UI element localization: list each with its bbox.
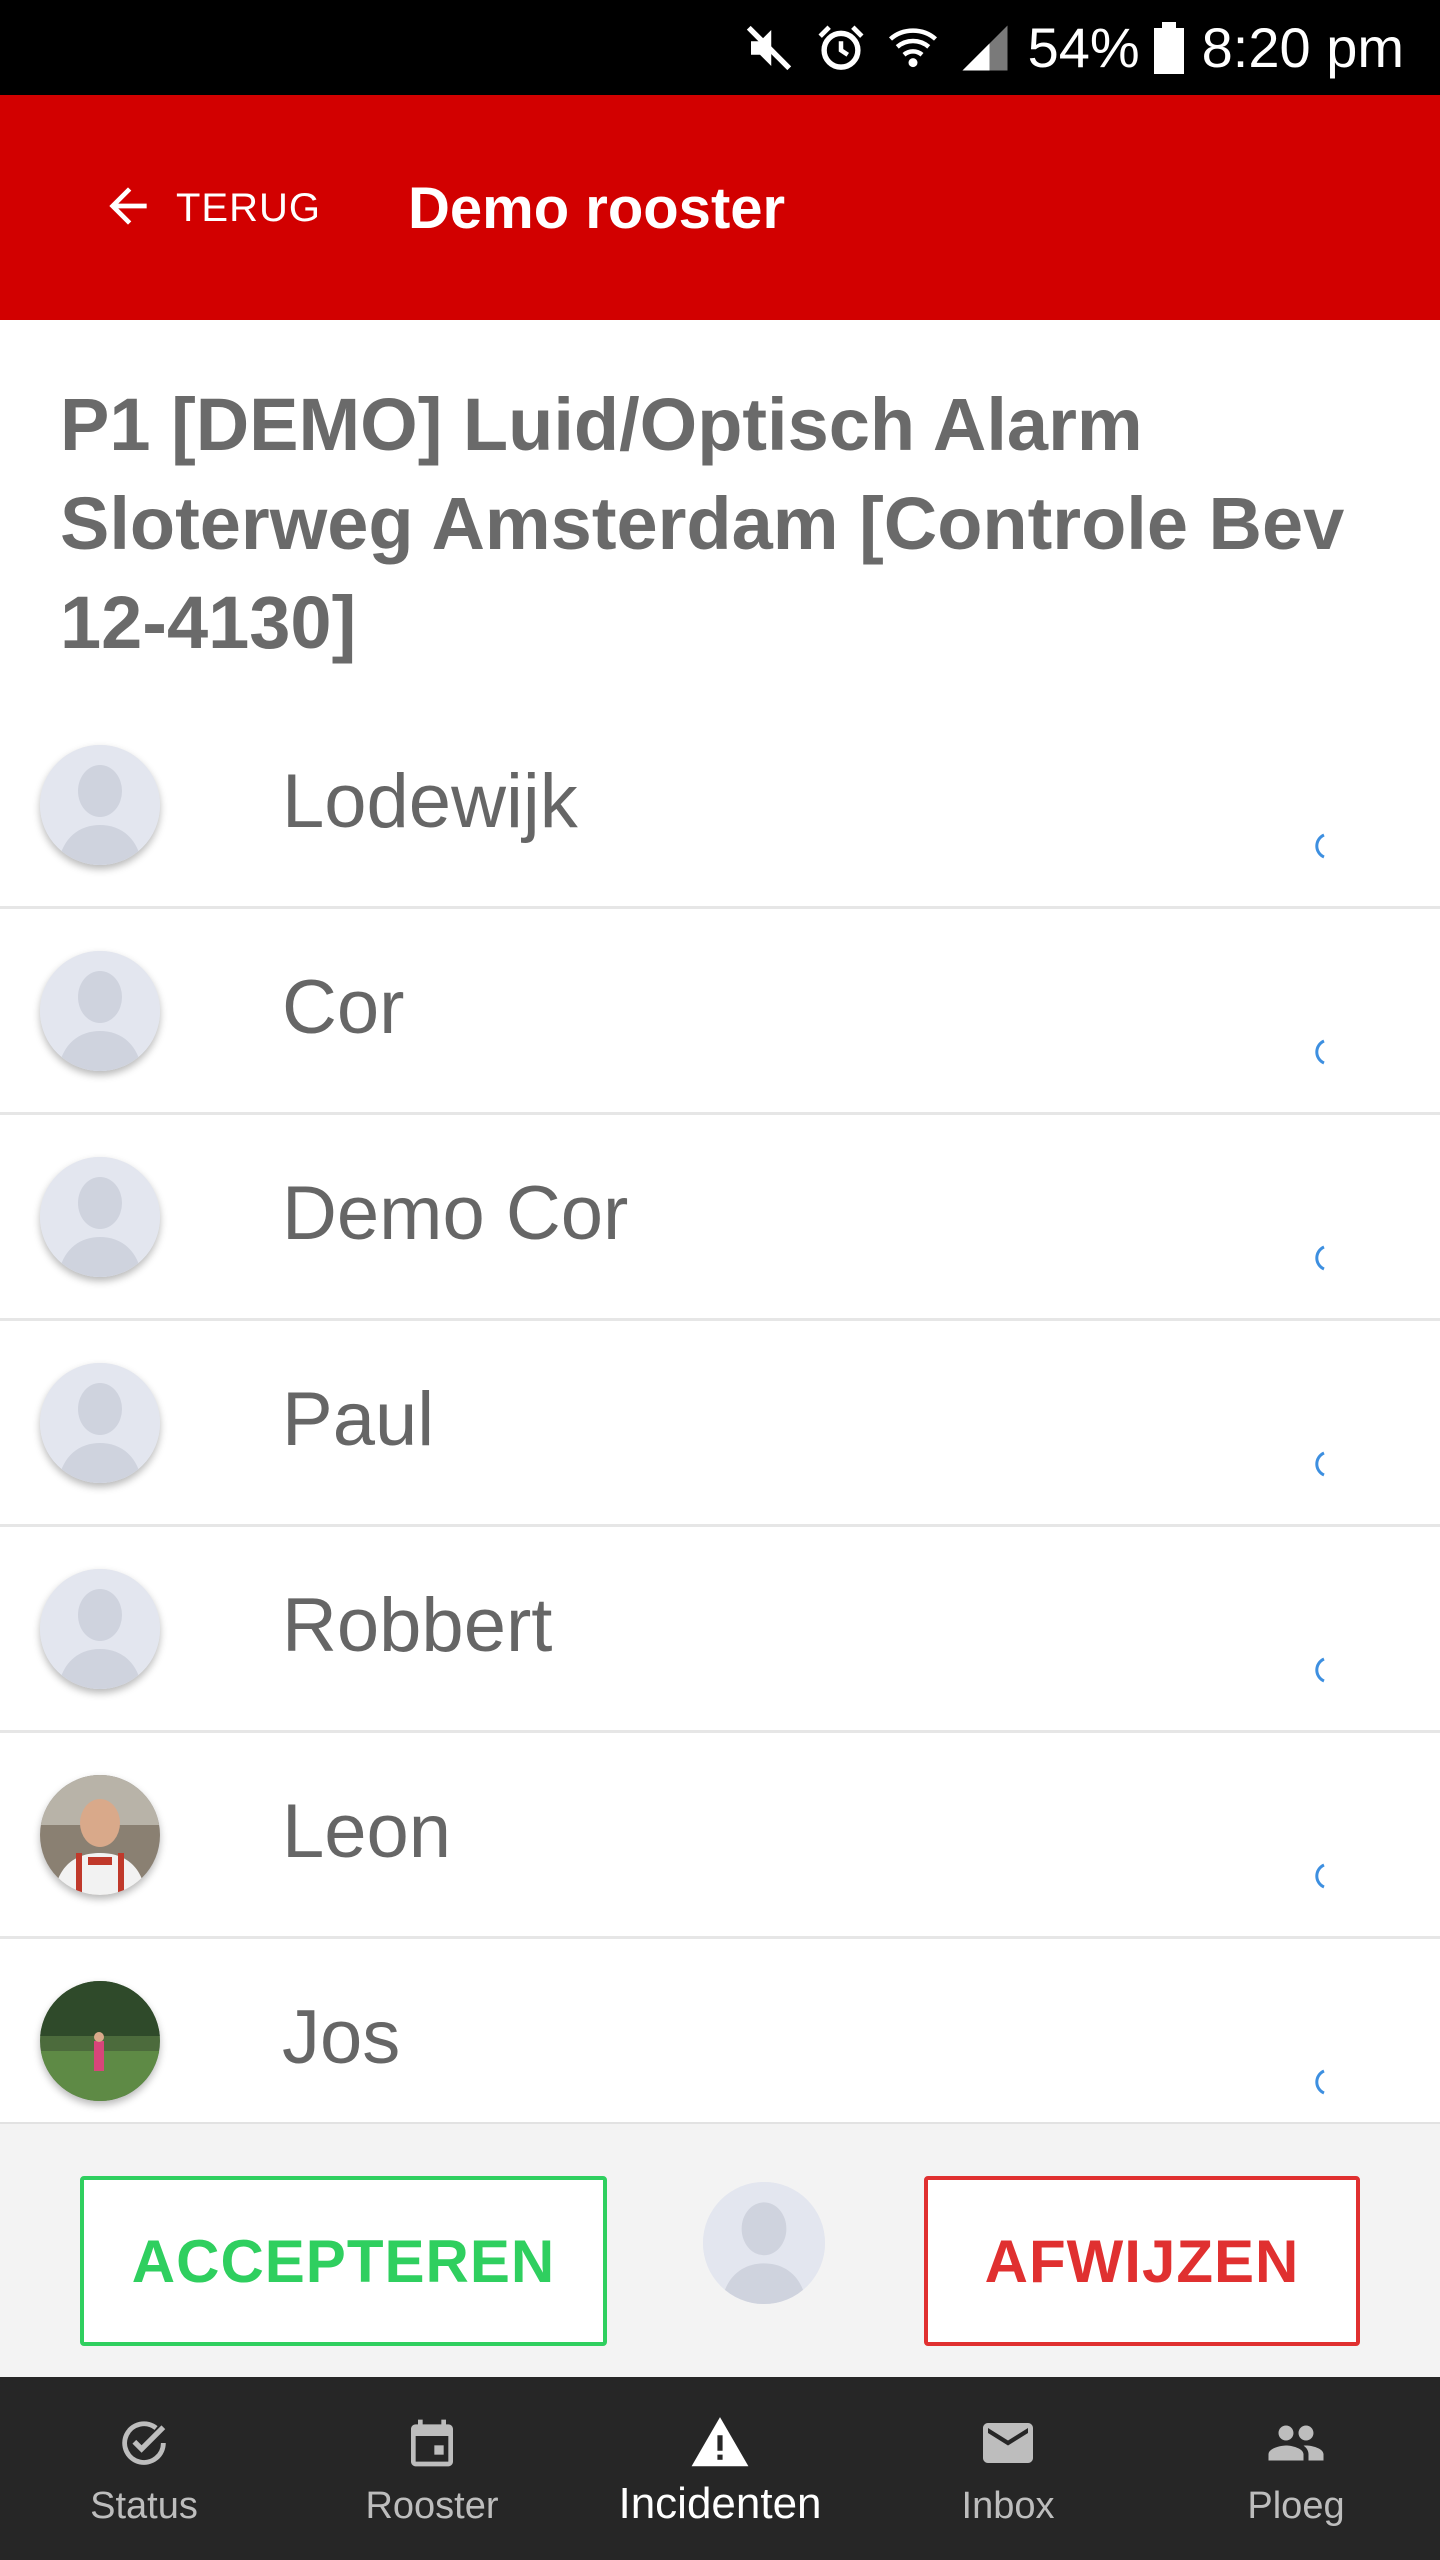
loading-spinner-icon — [1308, 1243, 1332, 1273]
battery-icon — [1153, 21, 1184, 74]
signal-icon — [958, 21, 1012, 75]
alarm-icon — [814, 21, 868, 75]
list-item[interactable]: Leon — [0, 1733, 1440, 1939]
list-item[interactable]: Demo Cor — [0, 1115, 1440, 1321]
avatar — [40, 1569, 160, 1689]
tab-ploeg[interactable]: Ploeg — [1152, 2377, 1440, 2560]
avatar — [703, 2182, 825, 2304]
tab-inbox[interactable]: Inbox — [864, 2377, 1152, 2560]
list-item[interactable]: Jos — [0, 1939, 1440, 2145]
person-name: Robbert — [282, 1583, 553, 1668]
people-icon — [1266, 2413, 1326, 2473]
person-name: Paul — [282, 1377, 435, 1462]
bottom-nav: Status Rooster Incidenten Inbox Ploeg — [0, 2377, 1440, 2560]
list-item[interactable]: Robbert — [0, 1527, 1440, 1733]
back-button[interactable]: TERUG — [100, 173, 321, 243]
person-name: Lodewijk — [282, 759, 578, 844]
tab-label: Status — [90, 2485, 198, 2527]
person-name: Demo Cor — [282, 1171, 629, 1256]
tab-label: Ploeg — [1247, 2485, 1345, 2527]
action-bar: ACCEPTEREN AFWIJZEN — [0, 2122, 1440, 2377]
tab-label: Incidenten — [618, 2479, 822, 2528]
battery-percentage: 54% — [1027, 16, 1140, 79]
avatar — [40, 1363, 160, 1483]
status-icons — [742, 21, 1012, 75]
loading-spinner-icon — [1308, 2067, 1332, 2097]
app-header: TERUG Demo rooster — [0, 95, 1440, 320]
loading-spinner-icon — [1308, 1037, 1332, 1067]
person-name: Leon — [282, 1789, 452, 1874]
calendar-icon — [404, 2413, 460, 2473]
status-bar: 54% 8:20 pm — [0, 0, 1440, 95]
list-item[interactable]: Paul — [0, 1321, 1440, 1527]
avatar-photo — [40, 1981, 160, 2101]
reject-button[interactable]: AFWIJZEN — [924, 2176, 1360, 2346]
incident-title: P1 [DEMO] Luid/Optisch Alarm Sloterweg A… — [60, 383, 1345, 664]
page-title: Demo rooster — [408, 176, 786, 241]
loading-spinner-icon — [1308, 1655, 1332, 1685]
loading-spinner-icon — [1308, 1449, 1332, 1479]
person-name: Cor — [282, 965, 405, 1050]
clock: 8:20 pm — [1201, 16, 1404, 79]
wifi-icon — [886, 21, 940, 75]
list-item[interactable]: Lodewijk — [0, 703, 1440, 909]
tab-incidenten[interactable]: Incidenten — [576, 2377, 864, 2560]
avatar — [40, 1157, 160, 1277]
tab-status[interactable]: Status — [0, 2377, 288, 2560]
mute-icon — [742, 21, 796, 75]
list-item[interactable]: Cor — [0, 909, 1440, 1115]
accept-button[interactable]: ACCEPTEREN — [80, 2176, 607, 2346]
person-list: Lodewijk Cor Demo Cor Paul Robbert Leon … — [0, 703, 1440, 2145]
tab-rooster[interactable]: Rooster — [288, 2377, 576, 2560]
tab-label: Rooster — [365, 2485, 499, 2527]
avatar-photo — [40, 1775, 160, 1895]
loading-spinner-icon — [1308, 831, 1332, 861]
check-circle-icon — [115, 2413, 173, 2473]
loading-spinner-icon — [1308, 1861, 1332, 1891]
back-label: TERUG — [176, 185, 321, 230]
tab-label: Inbox — [961, 2485, 1055, 2527]
mail-icon — [978, 2413, 1038, 2473]
person-name: Jos — [282, 1995, 401, 2080]
arrow-back-icon — [100, 178, 156, 239]
avatar — [40, 745, 160, 865]
avatar — [40, 951, 160, 1071]
warning-icon — [689, 2413, 751, 2473]
